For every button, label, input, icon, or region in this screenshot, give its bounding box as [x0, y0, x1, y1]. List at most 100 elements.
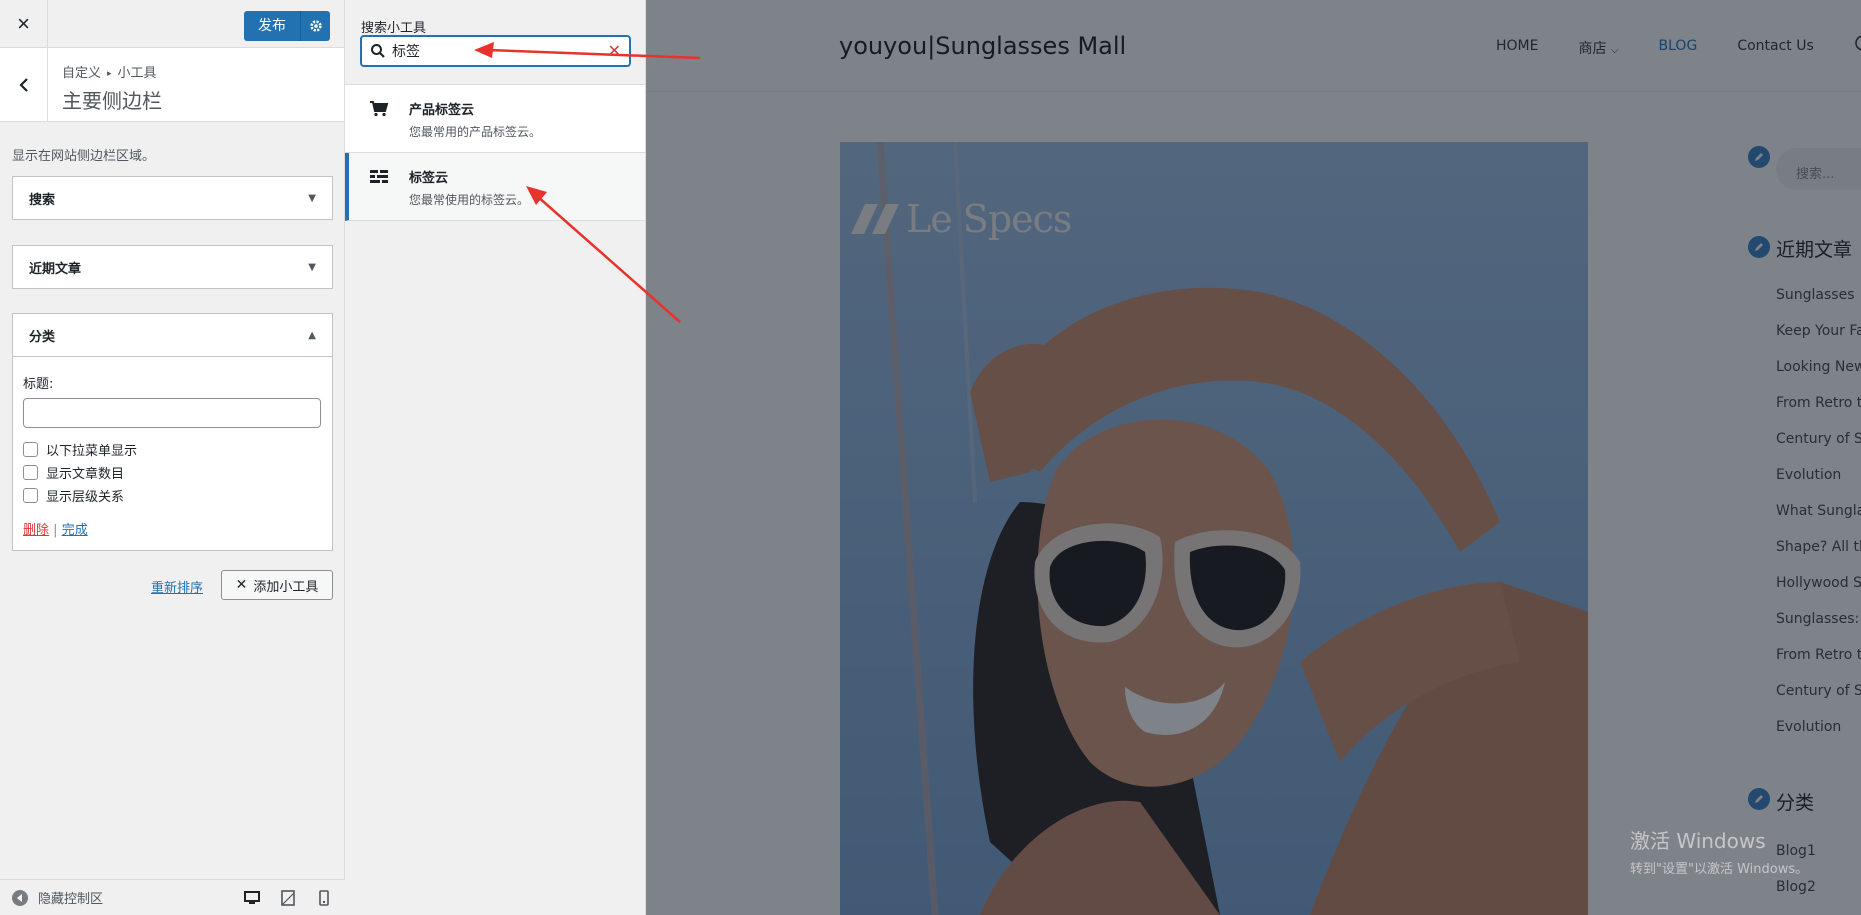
hero-brand: Le Specs [851, 197, 1072, 241]
close-icon: × [17, 11, 30, 36]
widget-header[interactable]: 分类 ▲ [13, 314, 332, 356]
widget-search-label: 搜索小工具 [361, 21, 427, 36]
breadcrumb: 自定义 ▸ 小工具 [62, 62, 157, 81]
add-widget-button[interactable]: ✕ 添加小工具 [221, 570, 333, 600]
checkbox[interactable] [23, 488, 38, 503]
mobile-preview-button[interactable] [315, 889, 333, 907]
customizer-footer: 隐藏控制区 [0, 879, 345, 915]
add-widget-label: 添加小工具 [253, 579, 319, 595]
edit-shortcut-icon[interactable] [1746, 234, 1772, 260]
available-widgets-panel: 搜索小工具 标签 ✕ 产品标签云 您最常用的产品标签云。 标签云 您最常使用的标… [345, 0, 646, 915]
collapse-icon [12, 889, 28, 906]
available-widget-name: 产品标签云 [409, 103, 475, 118]
site-preview[interactable]: youyou|Sunglasses Mall HOME 商店 ⌵ BLOG Co… [646, 0, 1861, 915]
site-nav: HOME 商店 ⌵ BLOG Contact Us [1496, 38, 1854, 58]
close-icon: ✕ [235, 577, 248, 593]
sidebar-search-input[interactable]: 搜索... [1776, 148, 1861, 190]
clear-search-icon[interactable]: ✕ [608, 41, 621, 61]
recent-post-link[interactable]: Century of S [1776, 431, 1861, 447]
recent-post-link[interactable]: Sunglasses [1776, 287, 1854, 303]
nav-item-shop[interactable]: 商店 ⌵ [1578, 38, 1618, 58]
hide-controls-toggle[interactable]: 隐藏控制区 [12, 888, 103, 907]
back-button[interactable] [0, 48, 48, 122]
cart-icon [370, 101, 389, 117]
available-widget-list: 产品标签云 您最常用的产品标签云。 标签云 您最常使用的标签云。 [345, 84, 645, 221]
widget-header[interactable]: 近期文章 ▼ [13, 246, 332, 288]
recent-post-link[interactable]: Hollywood S [1776, 575, 1861, 591]
checkbox-label: 显示层级关系 [46, 490, 125, 505]
recent-post-link[interactable]: Shape? All th [1776, 539, 1861, 555]
widget-search[interactable]: 搜索 ▼ [12, 176, 333, 220]
recent-post-link[interactable]: Looking New [1776, 359, 1861, 375]
option-dropdown[interactable]: 以下拉菜单显示 [23, 440, 322, 459]
tablet-icon [281, 890, 295, 906]
breadcrumb-root: 自定义 [62, 66, 102, 81]
desktop-icon [244, 891, 260, 904]
recent-post-link[interactable]: Keep Your Fa [1776, 323, 1861, 339]
nav-item-label: 商店 [1578, 41, 1607, 57]
widget-recent-posts[interactable]: 近期文章 ▼ [12, 245, 333, 289]
title-field-label: 标题: [23, 377, 54, 392]
option-show-count[interactable]: 显示文章数目 [23, 463, 322, 482]
delete-widget-link[interactable]: 删除 [23, 523, 49, 538]
desktop-preview-button[interactable] [243, 889, 261, 907]
search-icon[interactable] [1852, 34, 1861, 54]
site-title[interactable]: youyou|Sunglasses Mall [839, 32, 1126, 60]
widget-categories[interactable]: 分类 ▲ 标题: 以下拉菜单显示 显示文章数目 显示层级关系 删除 | 完成 [12, 313, 333, 551]
recent-post-link[interactable]: Sunglasses: [1776, 611, 1859, 627]
chevron-down-icon: ⌵ [1610, 45, 1619, 56]
widget-search-input[interactable]: 标签 ✕ [360, 35, 631, 67]
recent-post-link[interactable]: Evolution [1776, 467, 1841, 483]
publish-button[interactable]: 发布 [244, 11, 300, 41]
recent-post-link[interactable]: What Sungla [1776, 503, 1861, 519]
done-widget-link[interactable]: 完成 [62, 523, 88, 538]
recent-post-link[interactable]: Evolution [1776, 719, 1841, 735]
recent-post-link[interactable]: From Retro t [1776, 647, 1861, 663]
available-widget-product-tag-cloud[interactable]: 产品标签云 您最常用的产品标签云。 [345, 85, 645, 153]
publish-group: 发布 [244, 11, 330, 41]
hide-controls-label: 隐藏控制区 [38, 892, 104, 907]
customizer-topbar: × 发布 [0, 0, 344, 48]
nav-item-blog[interactable]: BLOG [1659, 38, 1698, 58]
watermark-subtitle: 转到"设置"以激活 Windows。 [1630, 862, 1809, 877]
recent-post-link[interactable]: Century of S [1776, 683, 1861, 699]
edit-shortcut-icon[interactable] [1746, 786, 1772, 812]
widget-actions: 删除 | 完成 [23, 519, 322, 538]
gear-icon [309, 20, 322, 32]
caret-down-icon[interactable]: ▼ [308, 262, 316, 273]
close-customizer-button[interactable]: × [0, 0, 48, 48]
reorder-link[interactable]: 重新排序 [151, 577, 203, 596]
mobile-icon [319, 890, 329, 906]
hero-image: Le Specs [840, 142, 1588, 915]
tag-cloud-icon [370, 170, 388, 183]
widget-form: 标题: 以下拉菜单显示 显示文章数目 显示层级关系 删除 | 完成 [13, 356, 332, 550]
chevron-left-icon [18, 78, 28, 92]
widget-header[interactable]: 搜索 ▼ [13, 177, 332, 219]
category-link[interactable]: Blog2 [1776, 879, 1816, 895]
site-header: youyou|Sunglasses Mall HOME 商店 ⌵ BLOG Co… [646, 0, 1861, 92]
nav-item-home[interactable]: HOME [1496, 38, 1538, 58]
device-switcher [243, 889, 333, 907]
hero-brand-text: Le Specs [906, 197, 1072, 241]
edit-shortcut-icon[interactable] [1746, 144, 1772, 170]
option-hierarchy[interactable]: 显示层级关系 [23, 486, 322, 505]
hero-photo [840, 142, 1588, 915]
caret-down-icon[interactable]: ▼ [308, 193, 316, 204]
title-input[interactable] [23, 398, 321, 428]
recent-post-link[interactable]: From Retro t [1776, 395, 1861, 411]
brand-logo-icon [872, 204, 899, 234]
nav-item-contact[interactable]: Contact Us [1737, 38, 1813, 58]
caret-up-icon[interactable]: ▲ [308, 330, 316, 341]
checkbox-label: 以下拉菜单显示 [46, 444, 138, 459]
widget-title: 分类 [29, 329, 56, 345]
checkbox[interactable] [23, 442, 38, 457]
tablet-preview-button[interactable] [279, 889, 297, 907]
available-widget-name: 标签云 [409, 171, 449, 186]
checkbox-label: 显示文章数目 [46, 467, 125, 482]
available-widget-description: 您最常使用的标签云。 [409, 193, 530, 207]
windows-activation-watermark: 激活 Windows 转到"设置"以激活 Windows。 [1630, 825, 1808, 877]
widget-search-value[interactable]: 标签 [392, 41, 420, 61]
publish-settings-button[interactable] [300, 11, 330, 41]
checkbox[interactable] [23, 465, 38, 480]
available-widget-tag-cloud[interactable]: 标签云 您最常使用的标签云。 [345, 153, 645, 221]
